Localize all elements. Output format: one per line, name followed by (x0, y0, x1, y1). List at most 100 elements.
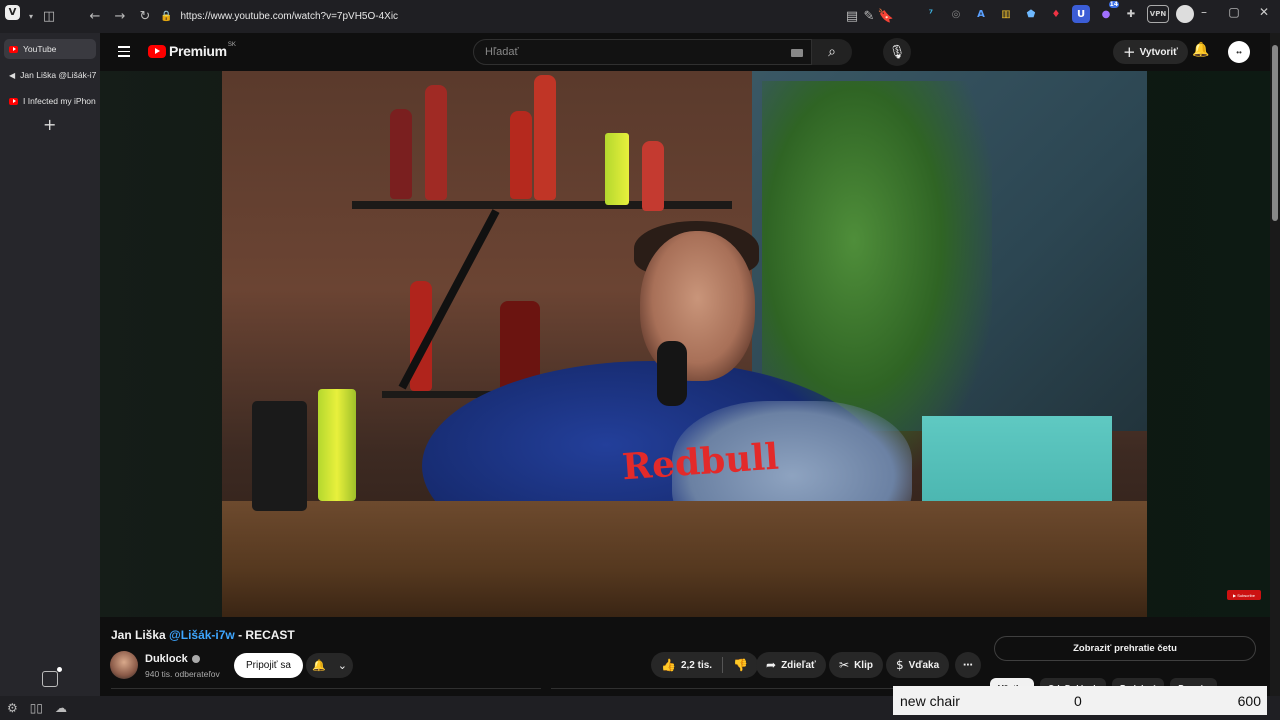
youtube-favicon-icon (9, 97, 18, 105)
panel-toggle-icon[interactable]: ◫ (38, 5, 60, 27)
speaker-icon: ◀ (9, 70, 16, 80)
video-scene-jar (252, 401, 307, 511)
tab-youtube[interactable]: YouTube (4, 39, 96, 59)
thanks-button[interactable]: $ Vďaka (886, 652, 950, 678)
tab-sidebar: YouTube ◀ Jan Liška @Lišák-i7w I Infecte… (0, 33, 100, 696)
dislike-icon[interactable]: 👎 (733, 658, 748, 672)
search-input[interactable]: Hľadať (473, 39, 812, 65)
puzzle-icon[interactable]: ✚ (1122, 5, 1140, 23)
bookmark-icon[interactable]: 🔖 (875, 5, 897, 27)
clip-button[interactable]: ✂ Klip (829, 652, 883, 678)
goal-overlay-widget: new chair 0 600 (893, 686, 1267, 715)
video-scene-bottle (425, 85, 447, 200)
more-icon: ⋯ (963, 659, 973, 671)
tab-jan-liska[interactable]: ◀ Jan Liška @Lišák-i7w (4, 65, 96, 85)
join-button[interactable]: Pripojiť sa (234, 653, 303, 678)
search-button[interactable]: ⌕ (812, 39, 852, 65)
back-icon[interactable]: ← (84, 5, 106, 27)
like-divider (722, 657, 724, 673)
share-button[interactable]: ➦ Zdieľať (756, 652, 826, 678)
channel-name[interactable]: Duklock (145, 653, 200, 665)
chevron-down-icon: ⌄ (337, 659, 347, 672)
youtube-header: Premium SK Hľadať ⌕ 🎙 + Vytvoriť 🔔 •• (100, 33, 1270, 71)
scrollbar-thumb[interactable] (1272, 45, 1278, 221)
video-scene-can (605, 133, 629, 205)
more-actions-button[interactable]: ⋯ (955, 652, 981, 678)
ext-3-icon[interactable]: A (972, 5, 990, 23)
video-frame[interactable]: Redbull (222, 71, 1147, 617)
like-count[interactable]: 2,2 tis. (681, 660, 712, 671)
video-scene-bottle (510, 111, 532, 199)
ext-5-icon[interactable]: ⬟ (1022, 5, 1040, 23)
profile-avatar-icon[interactable] (1176, 5, 1194, 23)
bell-icon: 🔔 (312, 659, 326, 672)
ext-6-icon[interactable]: ♦ (1047, 5, 1065, 23)
vpn-label: VPN (1149, 10, 1167, 18)
search-icon: ⌕ (828, 44, 836, 60)
maximize-icon[interactable]: ▢ (1226, 5, 1242, 19)
tab-infected-iphone[interactable]: I Infected my iPhon (4, 91, 96, 111)
vivaldi-menu-icon[interactable]: V (5, 5, 20, 20)
show-chat-replay-button[interactable]: Zobraziť prehratie četu (994, 636, 1256, 661)
overlay-value-target: 600 (1237, 692, 1261, 709)
youtube-play-icon (148, 44, 166, 58)
youtube-logo[interactable]: Premium SK (148, 42, 236, 59)
browser-toolbar: V ▾ ◫ ← → ↻ 🔒 https://www.youtube.com/wa… (0, 0, 1280, 33)
ext-1-icon[interactable]: ⁷ (922, 5, 940, 23)
subscription-bell-button[interactable]: 🔔 ⌄ (306, 653, 353, 678)
notifications-bell-icon[interactable]: 🔔 (1192, 42, 1209, 58)
vpn-icon[interactable]: VPN (1147, 5, 1169, 23)
tab-label: YouTube (23, 44, 57, 54)
voice-search-button[interactable]: 🎙 (883, 38, 911, 66)
thanks-label: Vďaka (908, 659, 940, 671)
menu-icon[interactable] (118, 46, 130, 57)
ext-4-icon[interactable]: ▥ (997, 5, 1015, 23)
video-scene-bottle (390, 109, 412, 199)
video-scene-can (318, 389, 356, 501)
channel-avatar[interactable] (110, 651, 138, 679)
tab-label: I Infected my iPhon (23, 96, 96, 106)
channel-name-text[interactable]: Duklock (145, 653, 188, 665)
overlay-label: new chair (900, 692, 960, 709)
video-title: Jan Liška @Lišák-i7w - RECAST (111, 628, 295, 642)
verified-icon (191, 655, 200, 663)
url-text: https://www.youtube.com/watch?v=7pVH5O-4… (180, 11, 399, 22)
minimize-icon[interactable]: – (1196, 5, 1212, 19)
page-scrollbar[interactable] (1270, 33, 1280, 696)
new-tab-button[interactable]: + (43, 115, 56, 134)
tasks-icon[interactable] (42, 667, 62, 687)
video-player[interactable]: Redbull ▶ Subscribe (100, 71, 1270, 617)
close-icon[interactable]: ✕ (1256, 5, 1272, 19)
account-avatar[interactable]: •• (1228, 41, 1250, 63)
ext-8-icon[interactable]: ● 14 (1097, 1, 1119, 23)
scissors-icon: ✂ (839, 658, 850, 672)
create-label: Vytvoriť (1139, 46, 1178, 58)
mic-icon: 🎙 (888, 44, 906, 60)
window-controls: – ▢ ✕ (1196, 5, 1272, 19)
forward-icon[interactable]: → (109, 5, 131, 27)
video-scene-shelf (352, 201, 732, 209)
ext-badge: 14 (1108, 1, 1119, 8)
settings-icon[interactable]: ⚙ (7, 701, 18, 715)
like-dislike-group: 👍 2,2 tis. 👎 (651, 652, 759, 678)
share-label: Zdieľať (781, 659, 816, 671)
video-scene-table (222, 501, 1147, 617)
video-scene-bottle (642, 141, 664, 211)
title-handle-link[interactable]: @Lišák-i7w (169, 628, 235, 642)
ext-2-icon[interactable]: ◎ (947, 5, 965, 23)
subscribe-watermark[interactable]: ▶ Subscribe (1227, 590, 1261, 600)
address-bar[interactable]: 🔒 https://www.youtube.com/watch?v=7pVH5O… (160, 6, 900, 27)
like-icon[interactable]: 👍 (661, 658, 676, 672)
keyboard-icon[interactable] (791, 49, 803, 57)
create-button[interactable]: + Vytvoriť (1113, 40, 1188, 64)
logo-text: Premium (169, 43, 227, 59)
tiling-icon[interactable]: ▯▯ (30, 701, 43, 715)
youtube-favicon-icon (9, 45, 18, 53)
tab-label: Jan Liška @Lišák-i7w (20, 70, 96, 80)
reload-icon[interactable]: ↻ (134, 5, 156, 27)
ext-7-icon[interactable]: U (1072, 5, 1090, 23)
share-icon: ➦ (766, 658, 777, 672)
video-scene-bottle (534, 75, 556, 200)
logo-region: SK (227, 42, 236, 48)
sync-cloud-icon[interactable]: ☁ (55, 701, 67, 715)
